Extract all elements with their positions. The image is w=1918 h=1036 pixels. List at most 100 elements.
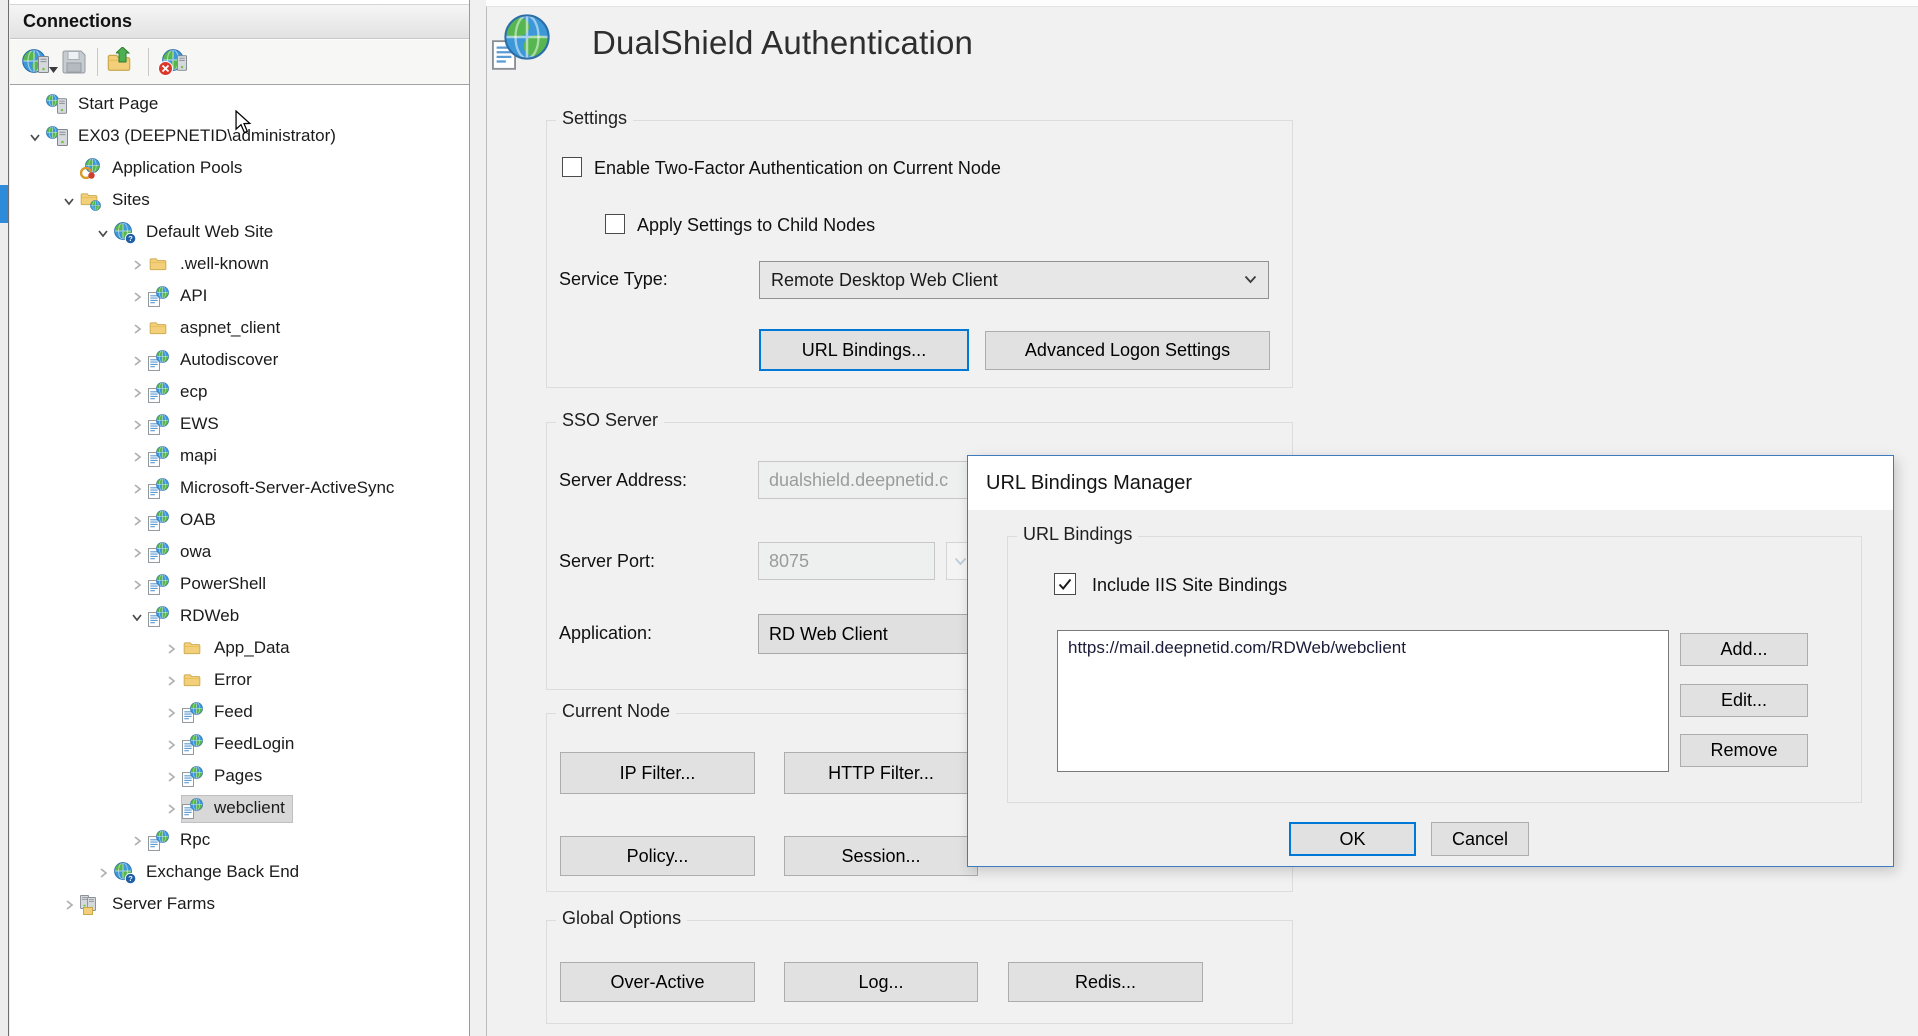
bindings-listbox[interactable]: https://mail.deepnetid.com/RDWeb/webclie…: [1057, 630, 1669, 772]
save-icon[interactable]: [60, 45, 90, 79]
tree-item-ecp[interactable]: ecp: [10, 377, 469, 409]
chevron-collapsed-icon[interactable]: [128, 833, 145, 850]
chevron-collapsed-icon[interactable]: [60, 897, 77, 914]
tree-item-sites[interactable]: Sites: [10, 185, 469, 217]
chevron-collapsed-icon[interactable]: [162, 641, 179, 658]
tree-item-rpc[interactable]: Rpc: [10, 825, 469, 857]
advanced-logon-settings-button[interactable]: Advanced Logon Settings: [985, 331, 1270, 370]
binding-list-item[interactable]: https://mail.deepnetid.com/RDWeb/webclie…: [1058, 631, 1668, 658]
tree-item-content[interactable]: Sites: [80, 188, 157, 214]
tree-item-content[interactable]: Rpc: [148, 828, 217, 854]
chevron-collapsed-icon[interactable]: [128, 513, 145, 530]
tree-item-content[interactable]: Autodiscover: [148, 348, 285, 374]
tree-item-content[interactable]: ?Exchange Back End: [114, 860, 306, 886]
tree-item-pages[interactable]: Pages: [10, 761, 469, 793]
tree-item-content[interactable]: Microsoft-Server-ActiveSync: [148, 476, 401, 502]
tree-item-well-known[interactable]: .well-known: [10, 249, 469, 281]
chevron-collapsed-icon[interactable]: [128, 417, 145, 434]
url-bindings-button[interactable]: URL Bindings...: [759, 329, 969, 371]
tree-item-oab[interactable]: OAB: [10, 505, 469, 537]
add-button[interactable]: Add...: [1680, 633, 1808, 666]
tree-item-content[interactable]: OAB: [148, 508, 223, 534]
disconnect-server-icon[interactable]: [156, 45, 196, 79]
chevron-collapsed-icon[interactable]: [162, 737, 179, 754]
tree-item-content[interactable]: ecp: [148, 380, 214, 406]
tree-item-autodiscover[interactable]: Autodiscover: [10, 345, 469, 377]
chevron-collapsed-icon[interactable]: [128, 353, 145, 370]
connect-server-icon[interactable]: [20, 45, 60, 79]
tree-item-ews[interactable]: EWS: [10, 409, 469, 441]
tree-item-content[interactable]: App_Data: [182, 636, 297, 662]
tree-item-aspnet-client[interactable]: aspnet_client: [10, 313, 469, 345]
chevron-collapsed-icon[interactable]: [128, 321, 145, 338]
tree-item-powershell[interactable]: PowerShell: [10, 569, 469, 601]
tree-item-default-web-site[interactable]: ?Default Web Site: [10, 217, 469, 249]
dialog-titlebar[interactable]: URL Bindings Manager: [968, 456, 1893, 510]
chevron-expanded-icon[interactable]: [94, 225, 111, 242]
chevron-collapsed-icon[interactable]: [128, 481, 145, 498]
include-iis-bindings-checkbox[interactable]: [1054, 573, 1076, 595]
tree-item-rdweb[interactable]: RDWeb: [10, 601, 469, 633]
tree-item-content[interactable]: webclient: [182, 796, 292, 822]
chevron-collapsed-icon[interactable]: [94, 865, 111, 882]
chevron-expanded-icon[interactable]: [60, 193, 77, 210]
ok-button[interactable]: OK: [1289, 822, 1416, 856]
open-folder-icon[interactable]: [105, 45, 141, 79]
http-filter-button[interactable]: HTTP Filter...: [784, 752, 978, 794]
over-active-button[interactable]: Over-Active: [560, 962, 755, 1002]
tree-item-app-data[interactable]: App_Data: [10, 633, 469, 665]
log-button[interactable]: Log...: [784, 962, 978, 1002]
ip-filter-button[interactable]: IP Filter...: [560, 752, 755, 794]
tree-item-feedlogin[interactable]: FeedLogin: [10, 729, 469, 761]
chevron-collapsed-icon[interactable]: [128, 257, 145, 274]
tree-item-application-pools[interactable]: Application Pools: [10, 153, 469, 185]
chevron-expanded-icon[interactable]: [128, 609, 145, 626]
chevron-collapsed-icon[interactable]: [162, 705, 179, 722]
application-input[interactable]: RD Web Client: [758, 614, 974, 654]
tree-item-content[interactable]: mapi: [148, 444, 224, 470]
chevron-collapsed-icon[interactable]: [128, 577, 145, 594]
tree-item-server-farms[interactable]: Server Farms: [10, 889, 469, 921]
cancel-button[interactable]: Cancel: [1431, 822, 1529, 856]
remove-button[interactable]: Remove: [1680, 734, 1808, 767]
chevron-collapsed-icon[interactable]: [128, 449, 145, 466]
session-button[interactable]: Session...: [784, 836, 978, 876]
chevron-collapsed-icon[interactable]: [128, 289, 145, 306]
tree-item-start-page[interactable]: Start Page: [10, 89, 469, 121]
apply-child-nodes-checkbox[interactable]: [605, 214, 625, 234]
tree-item-mapi[interactable]: mapi: [10, 441, 469, 473]
enable-2fa-checkbox[interactable]: [562, 157, 582, 177]
tree-item-content[interactable]: Application Pools: [80, 156, 249, 182]
tree-item-exchange-back-end[interactable]: ?Exchange Back End: [10, 857, 469, 889]
tree-item-content[interactable]: Server Farms: [80, 892, 222, 918]
chevron-collapsed-icon[interactable]: [128, 545, 145, 562]
tree-item-microsoft-server-activesync[interactable]: Microsoft-Server-ActiveSync: [10, 473, 469, 505]
edit-button[interactable]: Edit...: [1680, 684, 1808, 717]
tree-item-content[interactable]: Pages: [182, 764, 269, 790]
service-type-select[interactable]: Remote Desktop Web Client: [759, 261, 1269, 299]
tree-item-content[interactable]: .well-known: [148, 252, 276, 278]
chevron-expanded-icon[interactable]: [26, 129, 43, 146]
tree-item-content[interactable]: RDWeb: [148, 604, 246, 630]
tree-item-content[interactable]: Feed: [182, 700, 260, 726]
tree-item-content[interactable]: FeedLogin: [182, 732, 301, 758]
tree-item-content[interactable]: EX03 (DEEPNETID\administrator): [46, 124, 343, 150]
tree-item-webclient[interactable]: webclient: [10, 793, 469, 825]
tree-item-owa[interactable]: owa: [10, 537, 469, 569]
tree-item-content[interactable]: Error: [182, 668, 259, 694]
chevron-collapsed-icon[interactable]: [162, 673, 179, 690]
tree-item-content[interactable]: API: [148, 284, 214, 310]
tree-item-ex03-deepnetid-administrator[interactable]: EX03 (DEEPNETID\administrator): [10, 121, 469, 153]
tree-item-error[interactable]: Error: [10, 665, 469, 697]
policy-button[interactable]: Policy...: [560, 836, 755, 876]
tree-item-content[interactable]: Start Page: [46, 92, 165, 118]
tree-item-content[interactable]: EWS: [148, 412, 226, 438]
chevron-collapsed-icon[interactable]: [128, 385, 145, 402]
tree-item-api[interactable]: API: [10, 281, 469, 313]
tree-item-feed[interactable]: Feed: [10, 697, 469, 729]
tree-item-content[interactable]: aspnet_client: [148, 316, 287, 342]
tree-item-content[interactable]: PowerShell: [148, 572, 273, 598]
chevron-collapsed-icon[interactable]: [162, 801, 179, 818]
tree-item-content[interactable]: owa: [148, 540, 218, 566]
tree-item-content[interactable]: ?Default Web Site: [114, 220, 280, 246]
